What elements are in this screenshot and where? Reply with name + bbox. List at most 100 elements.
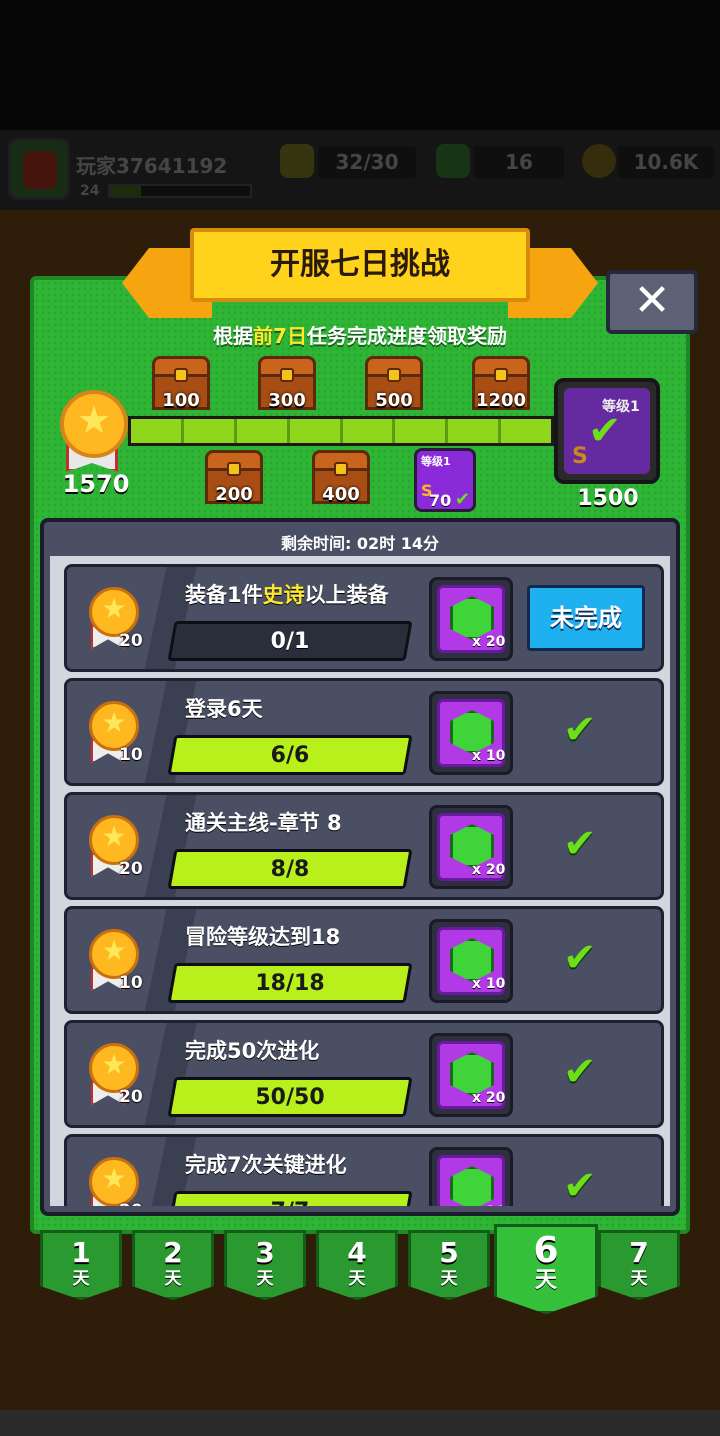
reward-count: x 10 bbox=[472, 976, 506, 992]
chest-milestone-label: 200 bbox=[215, 484, 253, 505]
task-row: ★ 10 冒险等级达到18 18/18 x 10 ✔ bbox=[64, 906, 664, 1014]
task-progress-text: 50/50 bbox=[255, 1085, 325, 1110]
treasure-chest[interactable]: 200 bbox=[205, 450, 263, 508]
chest-lock-icon bbox=[334, 462, 348, 476]
chest-lock-icon bbox=[227, 462, 241, 476]
claimed-check-icon: ✔ bbox=[455, 489, 471, 510]
tab-day-unit: 天 bbox=[256, 1269, 274, 1289]
task-name-text: 登录6天 bbox=[185, 697, 263, 721]
task-reward-gems[interactable]: x 20 bbox=[429, 1033, 513, 1117]
tab-day-1[interactable]: 1天 bbox=[40, 1230, 122, 1300]
progress-segment bbox=[501, 419, 551, 443]
star-icon: ★ bbox=[101, 934, 127, 967]
tab-day-number: 3 bbox=[255, 1236, 275, 1269]
tab-day-7[interactable]: 7天 bbox=[598, 1230, 680, 1300]
score-medal-icon: ★ bbox=[60, 390, 128, 458]
task-progress-text: 8/8 bbox=[270, 857, 310, 882]
treasure-chest[interactable]: 1200 bbox=[472, 356, 530, 414]
chest-lock-icon bbox=[494, 368, 508, 382]
progress-segment bbox=[183, 419, 237, 443]
tab-day-6[interactable]: 6天 bbox=[494, 1224, 598, 1314]
remaining-time: 剩余时间: 02时 14分 bbox=[280, 534, 440, 553]
progress-segment bbox=[236, 419, 290, 443]
completed-check-icon: ✔ bbox=[563, 1049, 597, 1095]
milestone-reward-equipment[interactable]: 等级1 S 70 ✔ bbox=[414, 448, 476, 512]
task-list[interactable]: ★ 20 装备1件史诗以上装备 0/1 x 20 未完成 ★ 10 登录6天 6/6 x 10 ✔ ★ 2… bbox=[50, 556, 670, 1206]
task-name: 冒险等级达到18 bbox=[185, 921, 340, 951]
medal-icon: ★ bbox=[89, 587, 139, 637]
chest-milestone-label: 100 bbox=[162, 390, 200, 411]
star-icon: ★ bbox=[101, 820, 127, 853]
chest-lock-icon bbox=[387, 368, 401, 382]
task-name-text: 装备1件 bbox=[185, 583, 263, 607]
task-list-box: 剩余时间: 02时 14分 ★ 20 装备1件史诗以上装备 0/1 x 20 未完成 ★ 10… bbox=[40, 518, 680, 1216]
progress-segment bbox=[342, 419, 396, 443]
subtitle-post: 任务完成进度领取奖励 bbox=[306, 324, 507, 348]
task-row: ★ 20 通关主线-章节 8 8/8 x 20 ✔ bbox=[64, 792, 664, 900]
treasure-chest[interactable]: 500 bbox=[365, 356, 423, 414]
tab-day-5[interactable]: 5天 bbox=[408, 1230, 490, 1300]
tab-day-unit: 天 bbox=[348, 1269, 366, 1289]
final-reward-weapon[interactable]: 等级1 S ✔ bbox=[554, 378, 660, 484]
claimed-check-icon: ✔ bbox=[588, 408, 622, 454]
subtitle-pre: 根据 bbox=[213, 324, 254, 348]
equipment-milestone-value: 70 bbox=[429, 491, 452, 510]
progress-segment bbox=[131, 419, 184, 443]
tab-day-2[interactable]: 2天 bbox=[132, 1230, 214, 1300]
milestone-progress-bar bbox=[128, 416, 554, 446]
task-progress-text: 7/7 bbox=[171, 1193, 409, 1206]
treasure-chest[interactable]: 100 bbox=[152, 356, 210, 414]
star-icon: ★ bbox=[76, 398, 112, 442]
task-row: ★ 20 完成50次进化 50/50 x 20 ✔ bbox=[64, 1020, 664, 1128]
star-icon: ★ bbox=[101, 1048, 127, 1081]
medal-icon: ★ bbox=[89, 929, 139, 979]
tab-day-number: 1 bbox=[71, 1236, 91, 1269]
task-points: 10 bbox=[119, 973, 143, 993]
task-reward-gems[interactable]: x 20 bbox=[429, 577, 513, 661]
incomplete-button[interactable]: 未完成 bbox=[527, 585, 645, 651]
task-points: 20 bbox=[119, 631, 143, 651]
task-progress-text: 0/1 bbox=[270, 629, 310, 654]
tab-day-number: 7 bbox=[629, 1236, 649, 1269]
task-row: ★ 20 装备1件史诗以上装备 0/1 x 20 未完成 bbox=[64, 564, 664, 672]
task-reward-gems[interactable]: x 10 bbox=[429, 919, 513, 1003]
chest-lock-icon bbox=[280, 368, 294, 382]
completed-check-icon: ✔ bbox=[563, 935, 597, 981]
chest-lock-icon bbox=[174, 368, 188, 382]
task-name-text: 完成7次关键进化 bbox=[185, 1153, 347, 1177]
task-name: 完成7次关键进化 bbox=[185, 1149, 347, 1179]
total-score: 1570 bbox=[62, 470, 130, 498]
progress-segment bbox=[395, 419, 449, 443]
progress-segment bbox=[448, 419, 502, 443]
reward-count: x 10 bbox=[472, 748, 506, 764]
task-reward-gems[interactable]: x 10 bbox=[429, 691, 513, 775]
task-reward-gems[interactable]: x 20 bbox=[429, 805, 513, 889]
equipment-level-tag: 等级1 bbox=[421, 455, 451, 468]
weapon-grade: S bbox=[572, 444, 588, 469]
medal-icon: ★ bbox=[89, 1043, 139, 1093]
chest-milestone-label: 1200 bbox=[475, 390, 527, 411]
medal-icon: ★ bbox=[89, 815, 139, 865]
star-icon: ★ bbox=[101, 1162, 127, 1195]
tab-day-number: 6 bbox=[533, 1230, 559, 1271]
reward-count: x 20 bbox=[472, 862, 506, 878]
tab-day-unit: 天 bbox=[534, 1268, 557, 1293]
tab-day-4[interactable]: 4天 bbox=[316, 1230, 398, 1300]
task-name-text: 冒险等级达到18 bbox=[185, 925, 341, 949]
task-points: 20 bbox=[119, 1201, 143, 1206]
treasure-chest[interactable]: 400 bbox=[312, 450, 370, 508]
task-name: 登录6天 bbox=[185, 693, 263, 723]
reward-count: x 20 bbox=[472, 634, 506, 650]
task-points: 20 bbox=[119, 859, 143, 879]
tab-day-3[interactable]: 3天 bbox=[224, 1230, 306, 1300]
chest-milestone-label: 400 bbox=[322, 484, 360, 505]
star-icon: ★ bbox=[101, 706, 127, 739]
task-reward-gems[interactable]: x 20 bbox=[429, 1147, 513, 1206]
panel-title: 开服七日挑战 bbox=[190, 228, 530, 302]
tab-day-unit: 天 bbox=[630, 1269, 648, 1289]
tab-day-unit: 天 bbox=[72, 1269, 90, 1289]
chest-milestone-label: 300 bbox=[268, 390, 306, 411]
task-name-text: 以上装备 bbox=[304, 583, 389, 607]
task-progress-text: 6/6 bbox=[270, 743, 310, 768]
treasure-chest[interactable]: 300 bbox=[258, 356, 316, 414]
